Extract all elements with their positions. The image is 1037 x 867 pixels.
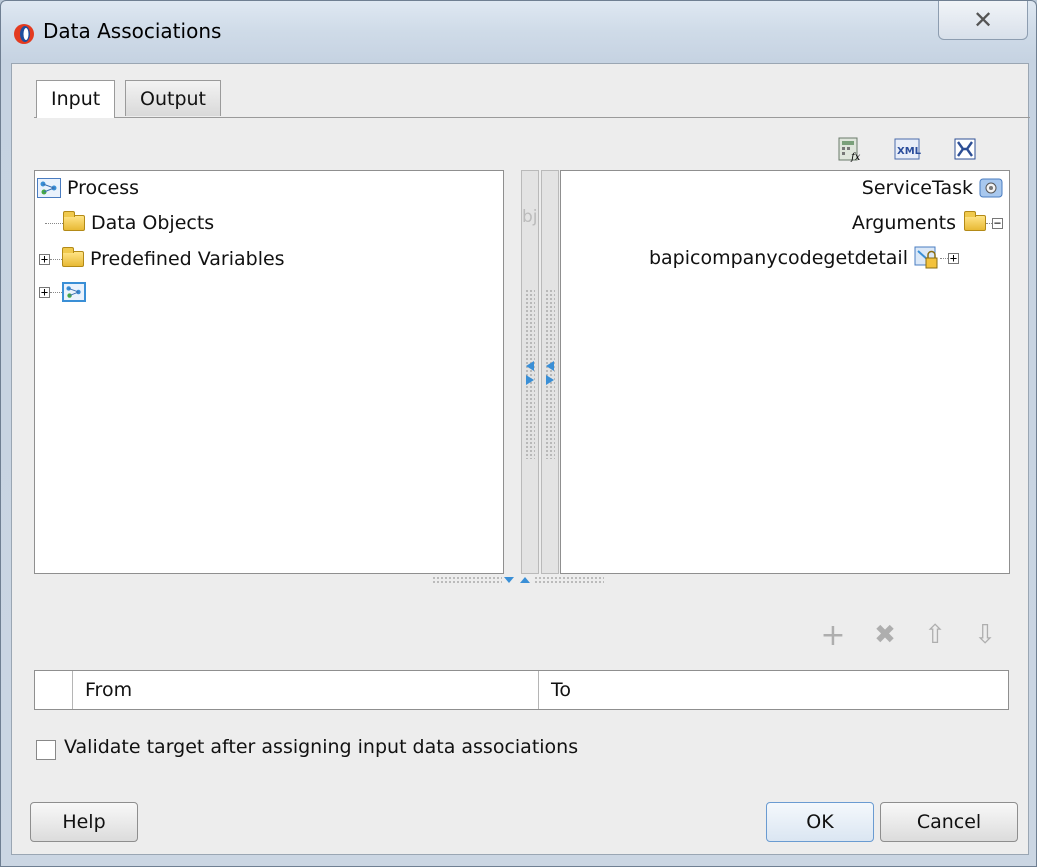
splitter-grip (432, 576, 502, 584)
tree-connector (50, 291, 62, 293)
collapse-icon[interactable]: − (992, 217, 1003, 229)
folder-icon (62, 247, 84, 267)
window-title: Data Associations (43, 19, 222, 43)
tree-item-arguments[interactable]: Arguments − (851, 211, 1003, 234)
tree-label-bapicompanycodegetdetail: bapicompanycodegetdetail (648, 247, 908, 269)
column-header-to[interactable]: To (539, 671, 1008, 709)
ok-button[interactable]: OK (766, 802, 874, 842)
locked-element-icon (914, 246, 938, 269)
tree-root-servicetask[interactable]: ServiceTask (862, 177, 1003, 199)
tree-item-process-node[interactable]: + (39, 282, 86, 302)
tree-label-data-objects: Data Objects (91, 212, 215, 234)
tree-connector (45, 222, 63, 224)
validate-checkbox[interactable] (36, 740, 56, 760)
cancel-button[interactable]: Cancel (880, 802, 1018, 842)
tree-item-bapicompanycodegetdetail[interactable]: bapicompanycodegetdetail + (649, 246, 959, 270)
tree-connector (50, 258, 62, 260)
tree-connector (940, 257, 948, 259)
xml-literal-icon[interactable]: XML (892, 134, 922, 164)
oracle-app-icon (14, 24, 34, 44)
move-up-icon[interactable]: ⇧ (920, 620, 950, 650)
tree-item-predefined-variables[interactable]: + Predefined Variables (39, 247, 285, 270)
tree-root-process[interactable]: Process (37, 177, 139, 199)
tree-label-process: Process (67, 177, 140, 199)
tree-label-predefined-variables: Predefined Variables (90, 248, 285, 270)
folder-icon (63, 211, 85, 231)
help-button[interactable]: Help (30, 802, 138, 842)
associations-table-header: From To (34, 670, 1009, 710)
tab-output[interactable]: Output (125, 80, 221, 116)
add-icon[interactable]: + (818, 618, 848, 653)
mapping-column-right[interactable] (541, 170, 559, 574)
truncated-label: bje (522, 207, 538, 227)
move-down-icon[interactable]: ⇩ (970, 620, 1000, 650)
collapse-arrows-icon[interactable] (544, 359, 556, 387)
svg-text:XML: XML (897, 146, 921, 157)
svg-text:fx: fx (850, 152, 861, 162)
titlebar: Data Associations ✕ (1, 1, 1036, 61)
tree-label-arguments: Arguments (851, 212, 956, 234)
splitter-arrows-icon[interactable] (502, 574, 532, 586)
expression-builder-icon[interactable]: fx (835, 134, 865, 164)
data-associations-window: Data Associations ✕ Input Output fx XML … (0, 0, 1037, 867)
collapse-arrows-icon[interactable] (524, 359, 536, 387)
validate-checkbox-label[interactable]: Validate target after assigning input da… (64, 736, 578, 758)
process-icon (37, 178, 61, 198)
tree-item-data-objects[interactable]: Data Objects (45, 211, 215, 234)
folder-icon (964, 211, 986, 231)
mapping-column-left[interactable]: bje (521, 170, 539, 574)
delete-icon[interactable]: ✖ (870, 620, 900, 650)
service-task-icon (979, 178, 1003, 198)
splitter-grip (534, 576, 604, 584)
close-icon: ✕ (972, 6, 994, 34)
target-tree[interactable]: ServiceTask Arguments − bapicompanycodeg… (560, 170, 1010, 574)
expand-icon[interactable]: + (39, 253, 50, 265)
tree-label-servicetask: ServiceTask (861, 177, 973, 199)
dialog-body: Input Output fx XML Process Data Objects (11, 63, 1030, 855)
tab-input[interactable]: Input (36, 80, 116, 118)
table-row-header-cell (35, 671, 73, 709)
expand-icon[interactable]: + (948, 252, 959, 264)
source-tree[interactable]: Process Data Objects + Predefined Variab… (34, 170, 504, 574)
process-icon (62, 282, 86, 302)
expand-icon[interactable]: + (39, 286, 50, 298)
split-icon[interactable] (950, 134, 980, 164)
column-header-from[interactable]: From (73, 671, 539, 709)
close-button[interactable]: ✕ (938, 1, 1028, 40)
